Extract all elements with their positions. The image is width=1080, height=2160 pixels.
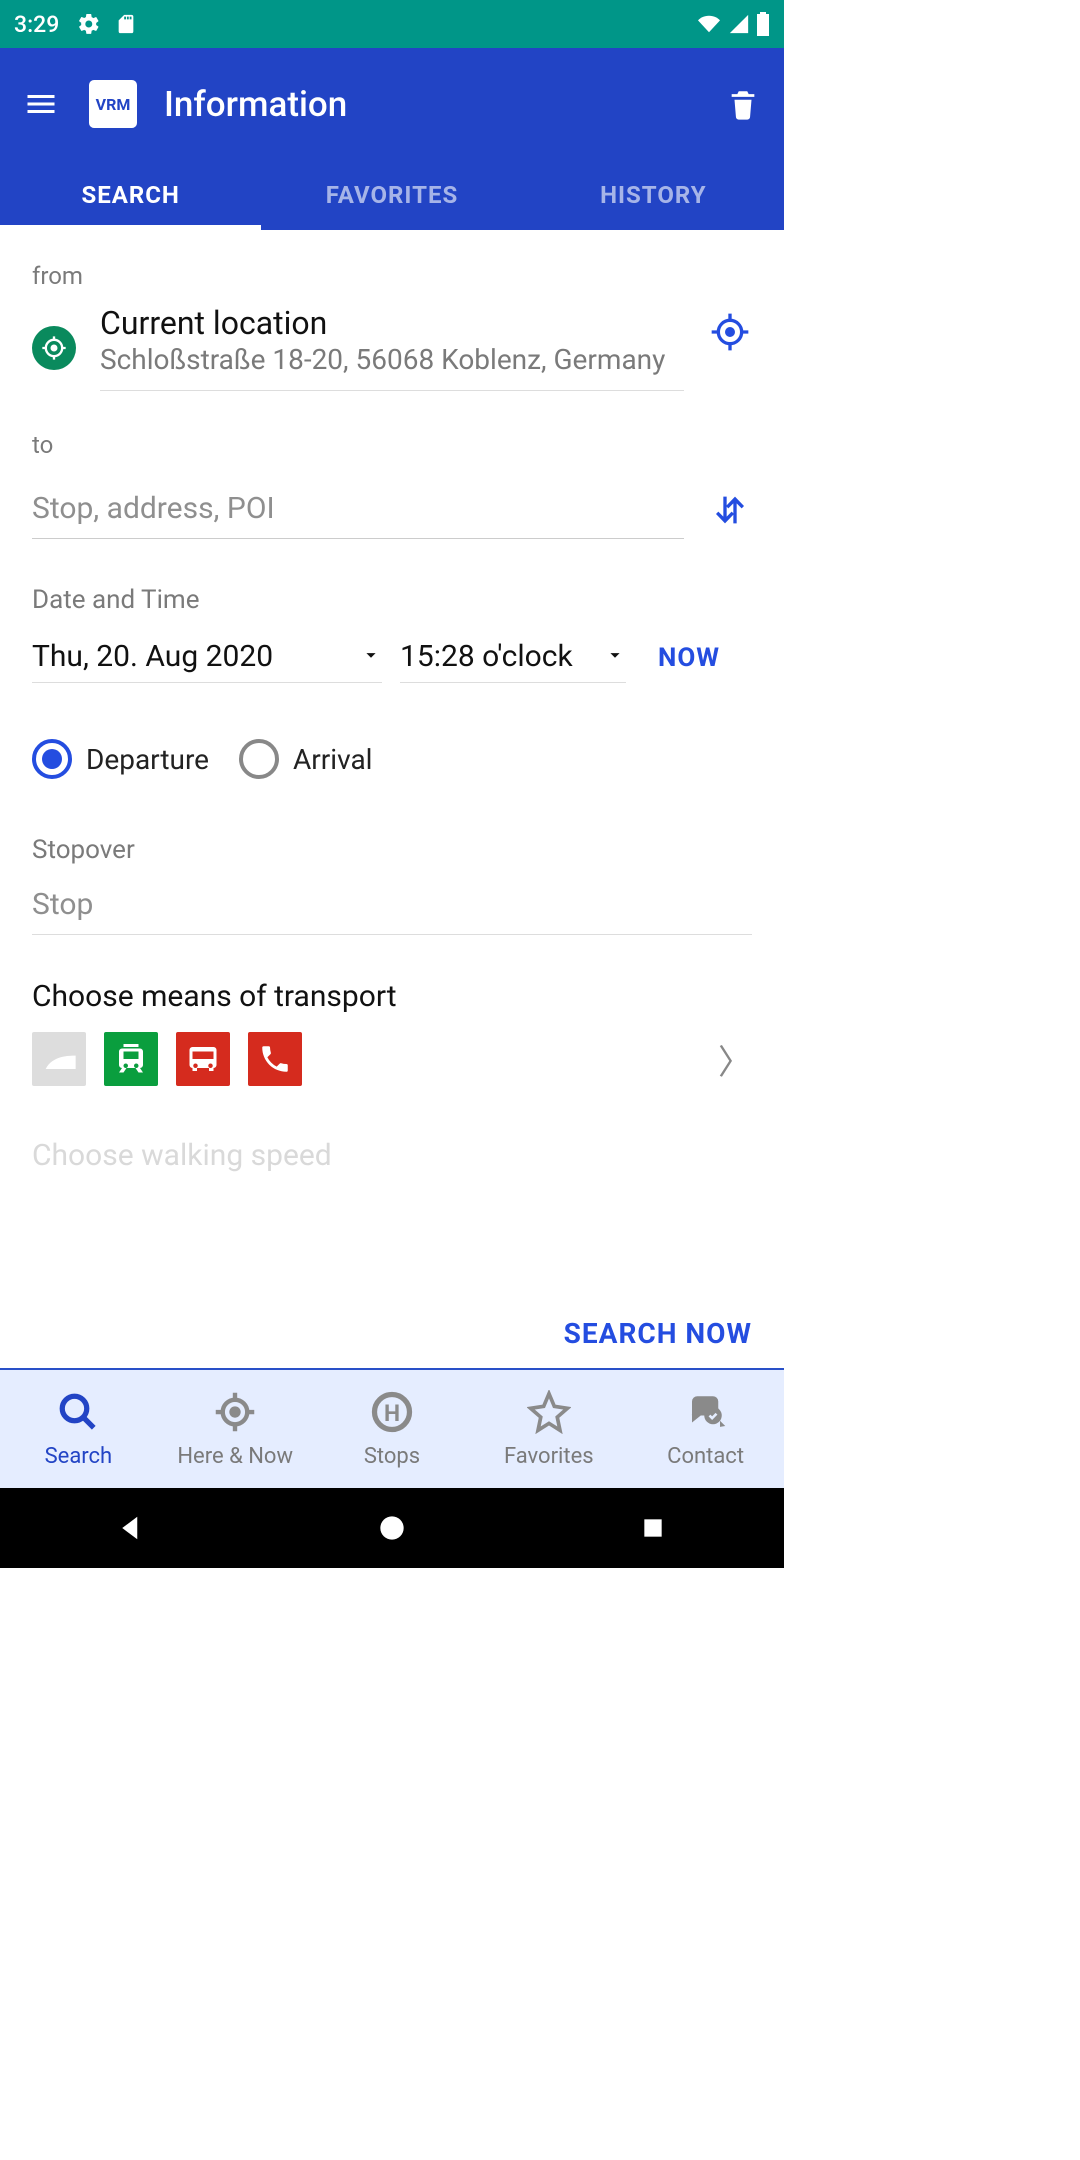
- status-bar: 3:29: [0, 0, 784, 48]
- transport-row[interactable]: 〉: [32, 1032, 752, 1086]
- crosshair-icon: [32, 326, 76, 370]
- tab-favorites[interactable]: FAVORITES: [261, 160, 522, 230]
- tram-icon: [104, 1032, 158, 1086]
- signal-icon: [728, 13, 750, 35]
- sd-card-icon: [115, 13, 137, 35]
- date-value: Thu, 20. Aug 2020: [32, 639, 273, 674]
- time-dropdown[interactable]: 15:28 o'clock: [400, 639, 626, 683]
- nav-recents-button[interactable]: [633, 1508, 673, 1548]
- radio-arrival[interactable]: Arrival: [239, 739, 372, 779]
- nav-search[interactable]: Search: [0, 1370, 157, 1488]
- stopover-label: Stopover: [32, 835, 752, 865]
- app-logo: VRM: [88, 79, 138, 129]
- swap-icon[interactable]: [708, 488, 752, 532]
- nav-label: Contact: [667, 1444, 744, 1469]
- tab-label: SEARCH: [81, 181, 179, 209]
- tab-label: HISTORY: [600, 181, 707, 209]
- radio-label: Departure: [86, 743, 209, 776]
- chevron-right-icon: 〉: [718, 1035, 752, 1084]
- to-label: to: [32, 431, 752, 459]
- status-time: 3:29: [14, 11, 59, 38]
- nav-label: Search: [45, 1444, 113, 1469]
- menu-icon[interactable]: [20, 83, 62, 125]
- battery-icon: [756, 12, 770, 36]
- search-now-button[interactable]: SEARCH NOW: [554, 1313, 752, 1354]
- wifi-icon: [696, 13, 722, 35]
- settings-icon: [77, 12, 101, 36]
- tab-search[interactable]: SEARCH: [0, 160, 261, 230]
- nav-label: Stops: [364, 1444, 420, 1469]
- from-value: Current location: [100, 304, 684, 342]
- star-icon: [527, 1390, 571, 1434]
- nav-contact[interactable]: Contact: [627, 1370, 784, 1488]
- locate-icon[interactable]: [708, 310, 752, 354]
- radio-on-icon: [32, 739, 72, 779]
- nav-favorites[interactable]: Favorites: [470, 1370, 627, 1488]
- datetime-label: Date and Time: [32, 585, 752, 615]
- nav-here-now[interactable]: Here & Now: [157, 1370, 314, 1488]
- page-title: Information: [164, 84, 722, 125]
- svg-text:H: H: [384, 1399, 400, 1426]
- from-field[interactable]: Current location Schloßstraße 18-20, 560…: [100, 304, 684, 391]
- stopover-field[interactable]: Stop: [32, 875, 752, 935]
- app-bar: VRM Information SEARCH FAVORITES HISTORY: [0, 48, 784, 230]
- stopover-placeholder: Stop: [32, 887, 93, 922]
- radio-departure[interactable]: Departure: [32, 739, 209, 779]
- highspeed-train-icon: [32, 1032, 86, 1086]
- phone-icon: [248, 1032, 302, 1086]
- nav-label: Favorites: [504, 1444, 594, 1469]
- tab-history[interactable]: HISTORY: [523, 160, 784, 230]
- radio-off-icon: [239, 739, 279, 779]
- nav-stops[interactable]: H Stops: [314, 1370, 471, 1488]
- walking-speed-label: Choose walking speed: [32, 1138, 752, 1173]
- date-dropdown[interactable]: Thu, 20. Aug 2020: [32, 639, 382, 683]
- from-subtitle: Schloßstraße 18-20, 56068 Koblenz, Germa…: [100, 342, 684, 378]
- time-value: 15:28 o'clock: [400, 639, 573, 674]
- bus-icon: [176, 1032, 230, 1086]
- tab-bar: SEARCH FAVORITES HISTORY: [0, 160, 784, 230]
- to-placeholder: Stop, address, POI: [32, 491, 275, 526]
- search-icon: [56, 1390, 100, 1434]
- now-button[interactable]: NOW: [658, 643, 720, 673]
- nav-home-button[interactable]: [372, 1508, 412, 1548]
- caret-down-icon: [360, 639, 382, 674]
- radio-label: Arrival: [293, 743, 372, 776]
- system-nav-bar: [0, 1488, 784, 1568]
- stop-h-icon: H: [370, 1390, 414, 1434]
- from-label: from: [32, 262, 752, 290]
- chat-icon: [684, 1390, 728, 1434]
- tab-label: FAVORITES: [326, 181, 458, 209]
- caret-down-icon: [604, 639, 626, 674]
- nav-back-button[interactable]: [111, 1508, 151, 1548]
- crosshair-icon: [213, 1390, 257, 1434]
- content: from Current location Schloßstraße 18-20…: [0, 230, 784, 1368]
- transport-label: Choose means of transport: [32, 979, 752, 1014]
- nav-label: Here & Now: [177, 1444, 293, 1469]
- to-field[interactable]: Stop, address, POI: [32, 481, 684, 539]
- bottom-nav: Search Here & Now H Stops Favorites Cont…: [0, 1368, 784, 1488]
- delete-icon[interactable]: [722, 83, 764, 125]
